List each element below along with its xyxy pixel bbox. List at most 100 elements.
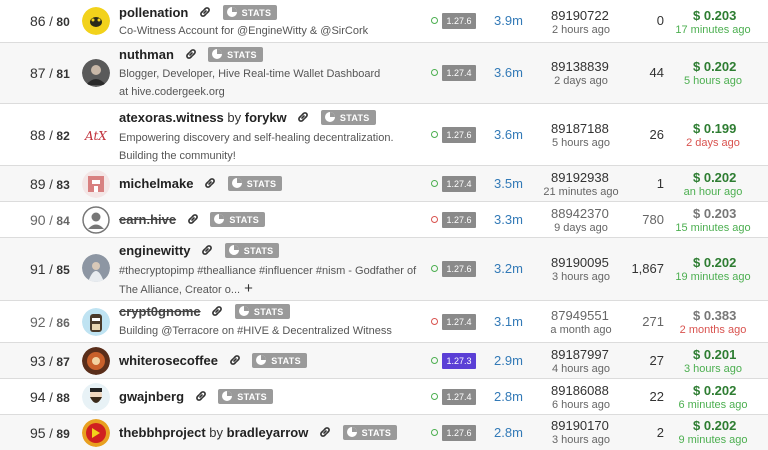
witness-table: 86 / 80 pollenation STATS Co-Witness Acc… xyxy=(0,0,768,450)
status-offline-icon xyxy=(431,318,438,325)
witness-name-link[interactable]: thebbhproject xyxy=(119,425,206,440)
votes-value[interactable]: 2.8m xyxy=(494,389,523,404)
witness-name-link[interactable]: gwajnberg xyxy=(119,389,184,404)
link-icon[interactable] xyxy=(203,176,217,190)
last-block[interactable]: 89192938 xyxy=(551,170,609,185)
witness-row: 89 / 83 michelmake STATS 1.27.4 3.5m 891… xyxy=(0,166,768,202)
stats-button[interactable]: STATS xyxy=(320,110,376,125)
last-block-ago: 21 minutes ago xyxy=(543,186,619,198)
votes-value[interactable]: 3.6m xyxy=(494,127,523,142)
price-feed: $ 0.203 xyxy=(693,206,737,221)
last-block[interactable]: 89186088 xyxy=(551,383,609,398)
version-badge: 1.27.3 xyxy=(442,353,476,369)
witness-row: 87 / 81 nuthman STATS Blogger, Developer… xyxy=(0,43,768,104)
witness-name-link[interactable]: earn.hive xyxy=(119,212,176,227)
link-icon[interactable] xyxy=(200,243,214,257)
version-badge: 1.27.4 xyxy=(442,314,476,330)
link-icon[interactable] xyxy=(318,425,332,439)
witness-description: #thecryptopimp #thealliance #influencer … xyxy=(119,265,417,297)
stats-button[interactable]: STATS xyxy=(208,47,263,62)
last-block[interactable]: 89190722 xyxy=(551,8,609,23)
beard-avatar-icon[interactable] xyxy=(82,383,110,411)
owner-name-link[interactable]: forykw xyxy=(245,110,287,125)
version-badge: 1.27.4 xyxy=(442,389,476,405)
person-avatar-icon[interactable] xyxy=(82,59,110,87)
witness-row: 93 / 87 whiterosecoffee STATS 1.27.3 2.9… xyxy=(0,343,768,379)
witness-description: Empowering discovery and self-healing de… xyxy=(119,132,394,162)
votes-value[interactable]: 3.5m xyxy=(494,176,523,191)
pie-chart-icon xyxy=(226,7,237,17)
stats-button[interactable]: STATS xyxy=(224,243,280,258)
link-icon[interactable] xyxy=(296,110,310,124)
gnome-avatar-icon[interactable] xyxy=(82,308,110,336)
bbh-logo-icon[interactable] xyxy=(82,419,110,447)
default-user-icon[interactable] xyxy=(82,206,110,234)
status-online-icon xyxy=(431,393,438,400)
rank: 95 / 89 xyxy=(30,425,70,441)
price-feed: $ 0.202 xyxy=(693,255,737,270)
votes-value[interactable]: 3.9m xyxy=(494,13,523,28)
votes-value[interactable]: 3.6m xyxy=(494,65,523,80)
rank: 91 / 85 xyxy=(30,261,70,277)
missed-blocks: 22 xyxy=(649,389,664,404)
rank: 94 / 88 xyxy=(30,389,70,405)
missed-blocks: 27 xyxy=(649,353,664,368)
last-block[interactable]: 89190170 xyxy=(551,418,609,433)
stats-button[interactable]: STATS xyxy=(252,353,307,368)
pie-chart-icon xyxy=(222,391,233,401)
stats-button[interactable]: STATS xyxy=(218,389,273,404)
price-feed-ago: 19 minutes ago xyxy=(675,271,751,283)
by-label: by xyxy=(227,110,242,125)
link-icon[interactable] xyxy=(186,212,200,226)
missed-blocks: 2 xyxy=(656,425,664,440)
expand-description-button[interactable]: + xyxy=(244,280,253,297)
bee-avatar-icon[interactable] xyxy=(82,7,110,35)
witness-name-link[interactable]: michelmake xyxy=(119,176,193,191)
svg-text:AtX: AtX xyxy=(84,129,107,143)
last-block[interactable]: 88942370 xyxy=(551,206,609,221)
price-feed: $ 0.202 xyxy=(693,418,737,433)
owner-name-link[interactable]: bradleyarrow xyxy=(227,425,309,440)
pixel-avatar-icon[interactable] xyxy=(82,170,110,198)
witness-name-link[interactable]: whiterosecoffee xyxy=(119,353,218,368)
witness-row: 91 / 85 enginewitty STATS #thecryptopimp… xyxy=(0,238,768,301)
missed-blocks: 271 xyxy=(642,314,664,329)
link-icon[interactable] xyxy=(184,47,198,61)
last-block[interactable]: 89187188 xyxy=(551,121,609,136)
price-feed: $ 0.202 xyxy=(693,59,737,74)
votes-value[interactable]: 3.3m xyxy=(494,212,523,227)
witness-name-link[interactable]: nuthman xyxy=(119,47,174,62)
witness-name-link[interactable]: crypt0gnome xyxy=(119,304,201,319)
last-block-ago: a month ago xyxy=(550,324,612,336)
stats-button[interactable]: STATS xyxy=(342,425,398,440)
version-badge: 1.27.6 xyxy=(442,127,476,143)
last-block[interactable]: 87949551 xyxy=(551,308,609,323)
link-icon[interactable] xyxy=(194,389,208,403)
witness-description: Co-Witness Account for @EngineWitty & @S… xyxy=(119,25,369,37)
price-feed-ago: 6 minutes ago xyxy=(678,399,748,411)
coffee-avatar-icon[interactable] xyxy=(82,347,110,375)
price-feed: $ 0.383 xyxy=(693,308,737,323)
stats-button[interactable]: STATS xyxy=(210,212,266,227)
last-block[interactable]: 89187997 xyxy=(551,347,609,362)
last-block[interactable]: 89138839 xyxy=(551,59,609,74)
votes-value[interactable]: 3.2m xyxy=(494,261,523,276)
witness-name-link[interactable]: pollenation xyxy=(119,5,188,20)
stats-button[interactable]: STATS xyxy=(227,176,283,191)
price-feed: $ 0.201 xyxy=(693,347,737,362)
votes-value[interactable]: 2.8m xyxy=(494,425,523,440)
last-block[interactable]: 89190095 xyxy=(551,255,609,270)
witness-name-link[interactable]: atexoras.witness xyxy=(119,110,224,125)
wizard-avatar-icon[interactable] xyxy=(82,254,110,282)
link-icon[interactable] xyxy=(198,5,212,19)
version-badge: 1.27.6 xyxy=(442,425,476,441)
votes-value[interactable]: 2.9m xyxy=(494,353,523,368)
link-icon[interactable] xyxy=(228,353,242,367)
rank: 88 / 82 xyxy=(30,127,70,143)
link-icon[interactable] xyxy=(210,304,224,318)
votes-value[interactable]: 3.1m xyxy=(494,314,523,329)
witness-name-link[interactable]: enginewitty xyxy=(119,243,191,258)
atx-logo-icon[interactable]: AtX xyxy=(82,120,110,148)
stats-button[interactable]: STATS xyxy=(222,5,278,20)
stats-button[interactable]: STATS xyxy=(234,304,290,319)
